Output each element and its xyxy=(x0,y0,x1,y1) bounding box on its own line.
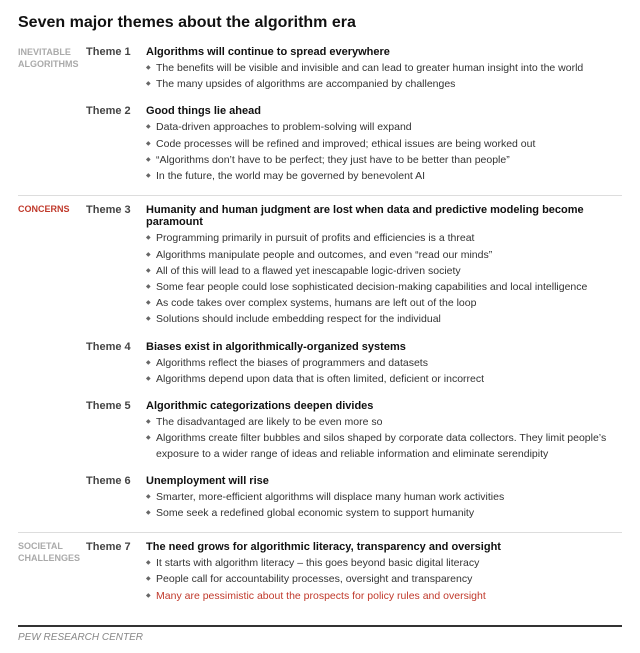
list-item: As code takes over complex systems, huma… xyxy=(146,296,622,311)
theme-label-Theme3: Theme 3 xyxy=(86,196,146,339)
list-item: Some fear people could lose sophisticate… xyxy=(146,280,622,295)
list-item: People call for accountability processes… xyxy=(146,572,622,587)
bullet-list: Algorithms reflect the biases of program… xyxy=(146,356,622,387)
page-title: Seven major themes about the algorithm e… xyxy=(18,14,622,32)
list-item: Algorithms create filter bubbles and sil… xyxy=(146,431,622,461)
list-item: Algorithms reflect the biases of program… xyxy=(146,356,622,371)
theme-content-Theme5: Algorithmic categorizations deepen divid… xyxy=(146,398,622,473)
list-item: Algorithms depend upon data that is ofte… xyxy=(146,372,622,387)
section-label-2: SOCIETALCHALLENGES xyxy=(18,533,86,615)
theme-label-Theme4: Theme 4 xyxy=(86,339,146,398)
theme-content-Theme3: Humanity and human judgment are lost whe… xyxy=(146,196,622,339)
list-item: Smarter, more-efficient algorithms will … xyxy=(146,490,622,505)
list-item: Solutions should include embedding respe… xyxy=(146,312,622,327)
section-label-0: INEVITABLEALGORITHMS xyxy=(18,44,86,196)
theme-label-Theme1: Theme 1 xyxy=(86,44,146,103)
section-label-1: CONCERNS xyxy=(18,196,86,533)
page-container: Seven major themes about the algorithm e… xyxy=(0,0,640,653)
theme-title: Algorithmic categorizations deepen divid… xyxy=(146,400,622,412)
list-item: Many are pessimistic about the prospects… xyxy=(146,589,622,604)
theme-label-Theme6: Theme 6 xyxy=(86,473,146,533)
theme-title: The need grows for algorithmic literacy,… xyxy=(146,541,622,553)
theme-title: Good things lie ahead xyxy=(146,105,622,117)
bullet-list: The disadvantaged are likely to be even … xyxy=(146,415,622,462)
theme-content-Theme4: Biases exist in algorithmically-organize… xyxy=(146,339,622,398)
bullet-list: Programming primarily in pursuit of prof… xyxy=(146,231,622,327)
bullet-list: Data-driven approaches to problem-solvin… xyxy=(146,120,622,184)
theme-label-Theme7: Theme 7 xyxy=(86,533,146,615)
list-item: The many upsides of algorithms are accom… xyxy=(146,77,622,92)
bullet-list: Smarter, more-efficient algorithms will … xyxy=(146,490,622,521)
list-item: It starts with algorithm literacy – this… xyxy=(146,556,622,571)
list-item: Some seek a redefined global economic sy… xyxy=(146,506,622,521)
theme-content-Theme7: The need grows for algorithmic literacy,… xyxy=(146,533,622,615)
list-item: Programming primarily in pursuit of prof… xyxy=(146,231,622,246)
theme-title: Humanity and human judgment are lost whe… xyxy=(146,204,622,228)
list-item: Code processes will be refined and impro… xyxy=(146,137,622,152)
list-item: Algorithms manipulate people and outcome… xyxy=(146,248,622,263)
list-item: “Algorithms don’t have to be perfect; th… xyxy=(146,153,622,168)
theme-title: Unemployment will rise xyxy=(146,475,622,487)
bullet-list: The benefits will be visible and invisib… xyxy=(146,61,622,92)
theme-content-Theme2: Good things lie ahead Data-driven approac… xyxy=(146,103,622,195)
list-item: In the future, the world may be governed… xyxy=(146,169,622,184)
footer: PEW RESEARCH CENTER xyxy=(18,625,622,643)
theme-title: Biases exist in algorithmically-organize… xyxy=(146,341,622,353)
list-item: All of this will lead to a flawed yet in… xyxy=(146,264,622,279)
theme-content-Theme6: Unemployment will rise Smarter, more-effi… xyxy=(146,473,622,533)
bullet-list: It starts with algorithm literacy – this… xyxy=(146,556,622,604)
themes-table: INEVITABLEALGORITHMSTheme 1Algorithms wi… xyxy=(18,44,622,615)
list-item: Data-driven approaches to problem-solvin… xyxy=(146,120,622,135)
list-item: The benefits will be visible and invisib… xyxy=(146,61,622,76)
list-item: The disadvantaged are likely to be even … xyxy=(146,415,622,430)
theme-content-Theme1: Algorithms will continue to spread every… xyxy=(146,44,622,103)
theme-title: Algorithms will continue to spread every… xyxy=(146,46,622,58)
theme-label-Theme2: Theme 2 xyxy=(86,103,146,195)
theme-label-Theme5: Theme 5 xyxy=(86,398,146,473)
